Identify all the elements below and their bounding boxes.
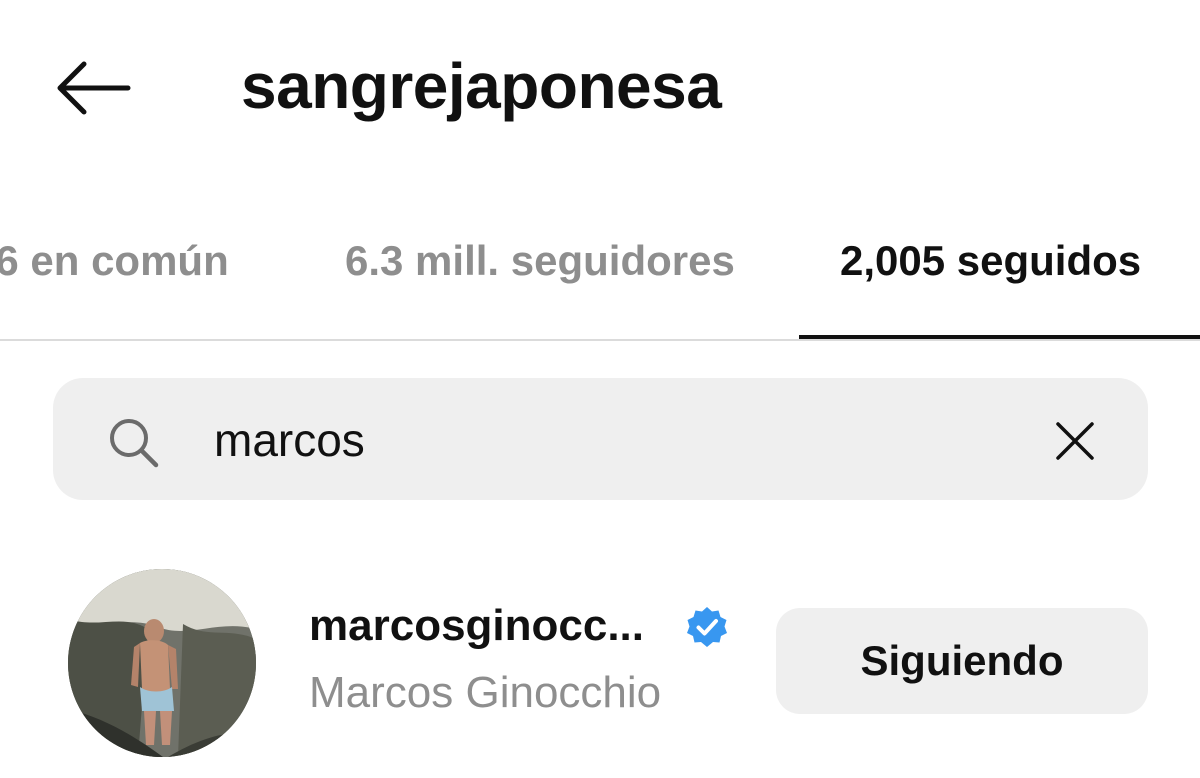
list-item[interactable]: marcosginocc... Marcos Ginocchio Siguien… [0, 555, 1200, 765]
avatar[interactable] [68, 569, 256, 757]
avatar-photo [68, 569, 256, 757]
active-tab-indicator [799, 335, 1200, 339]
tab-following[interactable]: 2,005 seguidos [840, 235, 1141, 287]
tabs-divider [0, 339, 1200, 341]
username[interactable]: marcosginocc... [309, 599, 644, 653]
full-name: Marcos Ginocchio [309, 668, 662, 717]
header-bar: sangrejaponesa [0, 0, 1200, 175]
arrow-left-icon [57, 61, 131, 115]
search-icon [110, 419, 159, 468]
tab-followers[interactable]: 6.3 mill. seguidores [345, 235, 735, 287]
following-button[interactable]: Siguiendo [776, 608, 1148, 714]
close-icon[interactable] [1052, 418, 1098, 464]
back-button[interactable] [52, 58, 132, 118]
tab-bar: 36 en común 6.3 mill. seguidores 2,005 s… [0, 205, 1200, 341]
tab-in-common[interactable]: 36 en común [0, 235, 229, 287]
search-input[interactable] [214, 408, 1014, 472]
verified-badge-icon [687, 607, 727, 647]
page-title: sangrejaponesa [241, 50, 722, 122]
